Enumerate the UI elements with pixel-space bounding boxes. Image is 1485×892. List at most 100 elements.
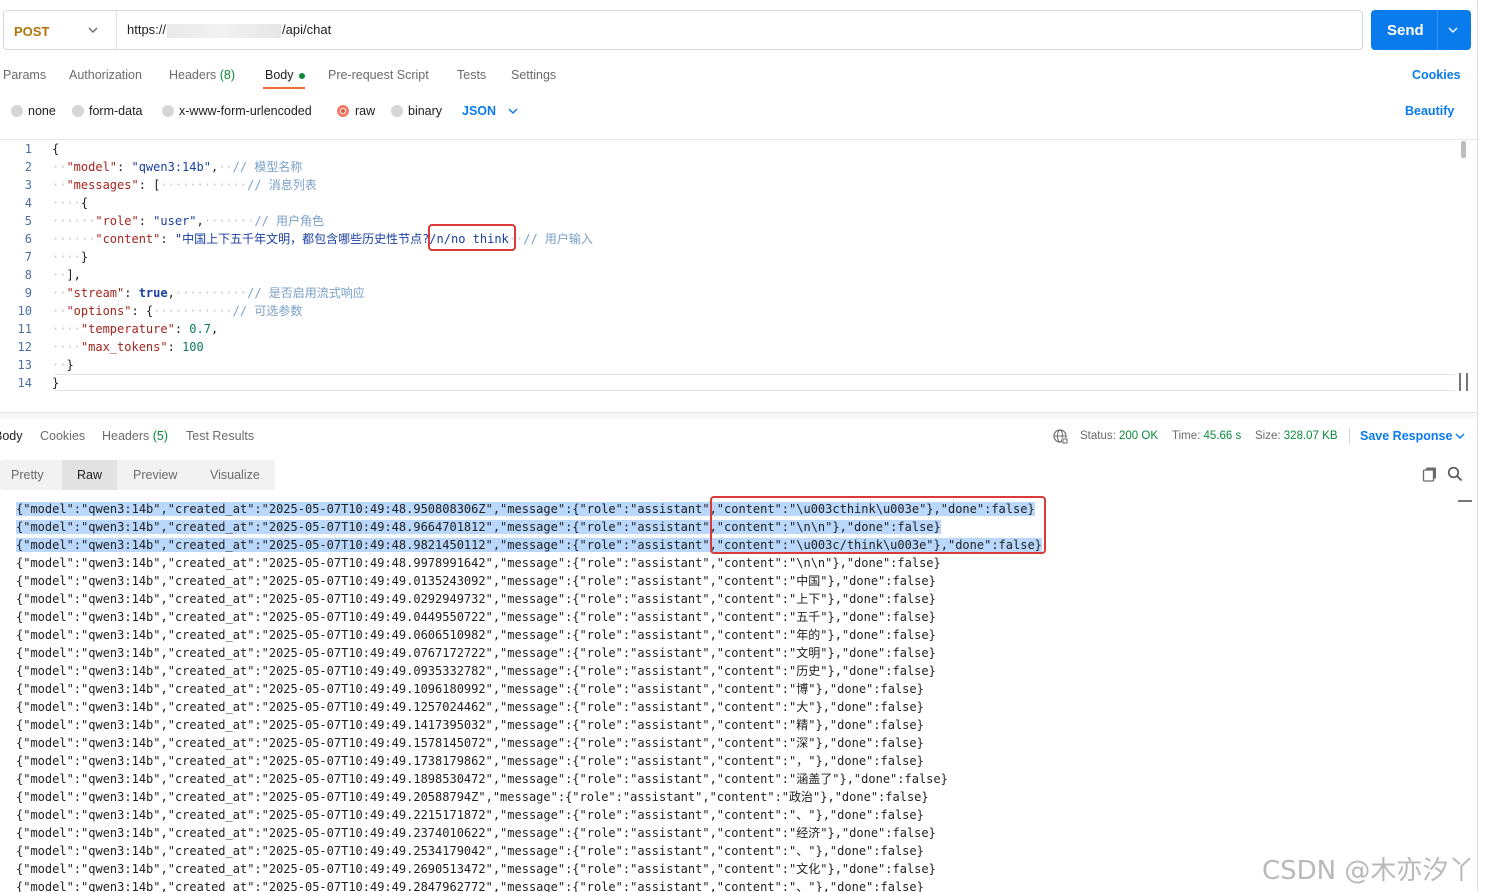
- line-number: 2: [24, 160, 32, 174]
- response-line: {"model":"qwen3:14b","created_at":"2025-…: [16, 862, 936, 876]
- save-response-button[interactable]: Save Response: [1360, 429, 1452, 443]
- copy-icon[interactable]: [1422, 466, 1438, 482]
- response-line: {"model":"qwen3:14b","created_at":"2025-…: [16, 772, 948, 786]
- cookies-link[interactable]: Cookies: [1412, 68, 1461, 82]
- format-raw[interactable]: Raw: [77, 468, 102, 482]
- watermark: CSDN @木亦汐丫: [1262, 856, 1475, 886]
- response-headers-count: (5): [152, 429, 169, 443]
- response-line: {"model":"qwen3:14b","created_at":"2025-…: [16, 826, 936, 840]
- editor-scrollbar[interactable]: [1461, 141, 1466, 158]
- size-value: 328.07 KB: [1283, 430, 1338, 442]
- radio-raw[interactable]: [337, 105, 349, 117]
- request-bar: POST https:// /api/chat: [3, 10, 1363, 50]
- response-line: {"model":"qwen3:14b","created_at":"2025-…: [16, 880, 924, 892]
- resize-handle[interactable]: [1459, 373, 1468, 391]
- code-line: ··"messages": [············// 消息列表: [52, 178, 317, 192]
- line-number: 4: [24, 196, 32, 210]
- time-label: Time:: [1172, 430, 1201, 442]
- response-tab-headers[interactable]: Headers (5): [102, 429, 168, 443]
- radio-urlencoded[interactable]: [162, 105, 174, 117]
- url-suffix: /api/chat: [282, 22, 332, 37]
- code-line: {: [52, 142, 60, 156]
- url-input[interactable]: https:// /api/chat: [127, 22, 331, 38]
- tab-tests[interactable]: Tests: [457, 68, 486, 82]
- divider: [1477, 0, 1478, 892]
- modified-dot-icon: [298, 72, 305, 79]
- active-tab-indicator: [263, 87, 305, 89]
- format-preview[interactable]: Preview: [133, 468, 177, 482]
- radio-none[interactable]: [11, 105, 23, 117]
- current-line-highlight: [55, 374, 1455, 391]
- size-label: Size:: [1255, 430, 1281, 442]
- line-number: 1: [24, 142, 32, 156]
- globe-icon[interactable]: [1052, 428, 1068, 444]
- response-line: {"model":"qwen3:14b","created_at":"2025-…: [16, 844, 924, 858]
- format-pretty[interactable]: Pretty: [11, 468, 44, 482]
- radio-form-data[interactable]: [72, 105, 84, 117]
- response-line: {"model":"qwen3:14b","created_at":"2025-…: [16, 808, 924, 822]
- response-scrollbar[interactable]: [1458, 500, 1472, 502]
- chevron-down-icon[interactable]: [1455, 431, 1465, 441]
- status-label: Status:: [1080, 430, 1116, 442]
- response-line: {"model":"qwen3:14b","created_at":"2025-…: [16, 592, 936, 606]
- beautify-button[interactable]: Beautify: [1405, 104, 1454, 118]
- line-number: 11: [17, 322, 32, 336]
- chevron-down-icon[interactable]: [1448, 25, 1458, 35]
- response-line: {"model":"qwen3:14b","created_at":"2025-…: [16, 718, 924, 732]
- time-value: 45.66 s: [1203, 430, 1242, 442]
- search-icon[interactable]: [1447, 466, 1463, 482]
- highlight-box-no-think: [428, 224, 516, 251]
- response-line: {"model":"qwen3:14b","created_at":"2025-…: [16, 682, 924, 696]
- label-urlencoded[interactable]: x-www-form-urlencoded: [179, 104, 312, 118]
- code-line: ··}: [52, 358, 74, 372]
- format-select[interactable]: JSON: [462, 104, 496, 118]
- tab-body-label: Body: [265, 68, 294, 82]
- status-indicator: Status: 200 OK: [1080, 430, 1158, 442]
- chevron-down-icon[interactable]: [88, 25, 98, 35]
- line-number: 10: [17, 304, 32, 318]
- code-line: ······"role": "user",·······// 用户角色: [52, 214, 325, 228]
- line-number: 13: [17, 358, 32, 372]
- tab-headers[interactable]: Headers (8): [169, 68, 235, 82]
- tab-settings[interactable]: Settings: [511, 68, 556, 82]
- size-indicator: Size: 328.07 KB: [1255, 430, 1338, 442]
- label-none[interactable]: none: [28, 104, 56, 118]
- label-form-data[interactable]: form-data: [89, 104, 143, 118]
- send-label: Send: [1387, 22, 1424, 39]
- radio-binary[interactable]: [391, 105, 403, 117]
- response-tab-test-results[interactable]: Test Results: [186, 429, 254, 443]
- method-select[interactable]: POST: [14, 24, 49, 39]
- send-button[interactable]: Send: [1371, 10, 1471, 50]
- line-number: 5: [24, 214, 32, 228]
- tab-authorization[interactable]: Authorization: [69, 68, 142, 82]
- time-indicator: Time: 45.66 s: [1172, 430, 1241, 442]
- label-binary[interactable]: binary: [408, 104, 442, 118]
- response-line: {"model":"qwen3:14b","created_at":"2025-…: [16, 664, 936, 678]
- pane-splitter[interactable]: [0, 413, 1477, 419]
- tab-body[interactable]: Body: [265, 68, 305, 82]
- response-line: {"model":"qwen3:14b","created_at":"2025-…: [16, 790, 929, 804]
- request-body-editor[interactable]: 1 2 3 4 5 6 7 8 9 10 11 12 13 14 { ··"mo…: [0, 140, 1470, 410]
- label-raw[interactable]: raw: [355, 104, 375, 118]
- response-line: {"model":"qwen3:14b","created_at":"2025-…: [16, 646, 936, 660]
- tab-params[interactable]: Params: [3, 68, 46, 82]
- response-body[interactable]: {"model":"qwen3:14b","created_at":"2025-…: [0, 500, 1450, 892]
- line-number: 8: [24, 268, 32, 282]
- code-line: ····{: [52, 196, 89, 210]
- code-line: ··"model": "qwen3:14b",··// 模型名称: [52, 160, 303, 174]
- response-line: {"model":"qwen3:14b","created_at":"2025-…: [16, 610, 936, 624]
- response-tab-cookies[interactable]: Cookies: [40, 429, 85, 443]
- code-line: ··"stream": true,··········// 是否启用流式响应: [52, 286, 365, 300]
- response-headers-label: Headers: [102, 429, 150, 443]
- response-line: {"model":"qwen3:14b","created_at":"2025-…: [16, 754, 924, 768]
- response-line: {"model":"qwen3:14b","created_at":"2025-…: [16, 736, 924, 750]
- format-visualize[interactable]: Visualize: [210, 468, 260, 482]
- chevron-down-icon[interactable]: [508, 106, 518, 116]
- line-number: 9: [24, 286, 32, 300]
- tab-pre-request-script[interactable]: Pre-request Script: [328, 68, 429, 82]
- response-tab-body[interactable]: Body: [0, 429, 23, 443]
- divider: [1437, 10, 1438, 50]
- line-number: 12: [17, 340, 32, 354]
- code-line: ··"options": {···········// 可选参数: [52, 304, 303, 318]
- response-line: {"model":"qwen3:14b","created_at":"2025-…: [16, 700, 924, 714]
